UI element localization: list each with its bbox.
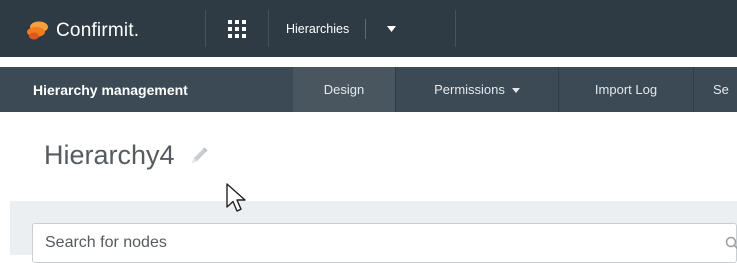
search-icon[interactable] <box>725 236 737 250</box>
grid-icon <box>228 19 246 38</box>
tab-label: Se <box>713 82 729 97</box>
confirmit-logo-icon <box>27 21 48 40</box>
tab-design[interactable]: Design <box>293 67 395 112</box>
app-switcher[interactable]: Hierarchies <box>269 10 416 47</box>
nav-brand[interactable]: Hierarchy management <box>0 67 275 112</box>
tab-permissions[interactable]: Permissions <box>396 67 558 112</box>
tab-import-log[interactable]: Import Log <box>559 67 693 112</box>
tab-settings[interactable]: Se <box>694 67 737 112</box>
rename-button[interactable] <box>189 146 209 166</box>
page-title-row: Hierarchy4 <box>44 140 209 171</box>
divider <box>455 10 456 47</box>
tab-label: Import Log <box>594 82 658 97</box>
pencil-icon <box>191 147 208 163</box>
page-title: Hierarchy4 <box>44 140 175 170</box>
tab-label: Design <box>323 82 365 97</box>
confirmit-logo[interactable]: Confirmit. <box>26 16 139 46</box>
app-switcher-dropdown[interactable] <box>366 25 416 32</box>
mouse-pointer-icon <box>226 183 246 212</box>
tab-label: Permissions <box>434 82 505 97</box>
caret-down-icon <box>386 25 396 32</box>
logo-text: Confirmit. <box>56 20 140 41</box>
apps-menu-button[interactable] <box>206 10 268 47</box>
caret-down-icon <box>511 88 520 93</box>
nav-brand-label: Hierarchy management <box>33 81 188 98</box>
top-app-bar: Confirmit. Hierarchies <box>0 0 737 57</box>
secondary-nav: Hierarchy management Design Permissions … <box>0 67 737 112</box>
app-switcher-label: Hierarchies <box>286 21 350 36</box>
search-input[interactable] <box>32 223 737 263</box>
